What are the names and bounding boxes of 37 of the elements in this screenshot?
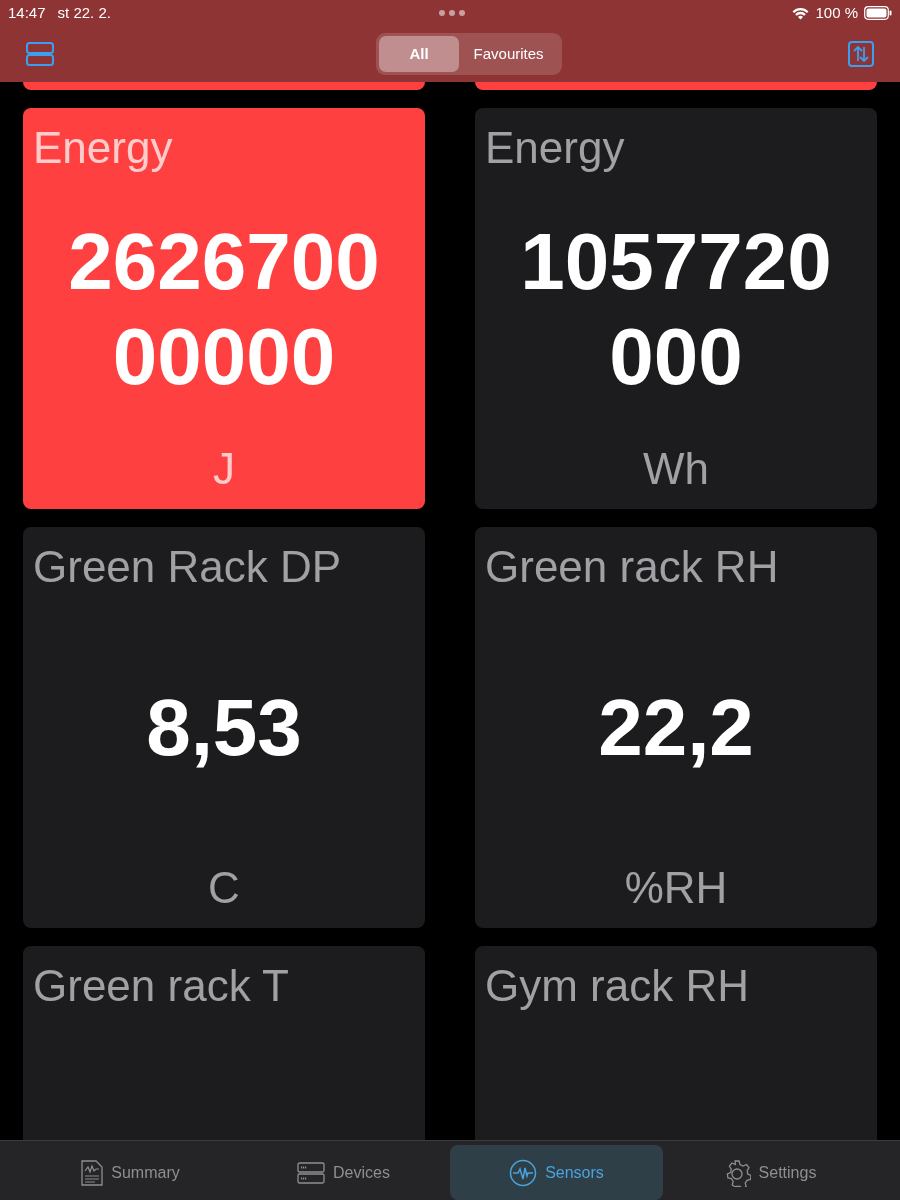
tab-bar-item[interactable]: Devices [237,1145,450,1200]
sensor-unit: %RH [624,862,728,914]
sensor-value: 8,53 [146,682,302,774]
sensor-unit: Wh [643,443,709,495]
sensor-title: Green rack T [32,960,290,1012]
sensor-value: 1057720000 [519,215,833,403]
tab-bar-item[interactable]: Settings [663,1145,876,1200]
segment-tab[interactable]: Favourites [458,35,559,73]
document-chart-icon [81,1159,104,1186]
server-rack-icon [297,1161,326,1184]
sensor-title: Green Rack DP [32,541,343,593]
sensor-title: Green rack RH [484,541,780,593]
sensor-title: Energy [484,122,626,174]
sensor-card[interactable]: Green rack RH 22,2 %RH [475,527,877,928]
wifi-icon [792,6,810,20]
sensor-title: Gym rack RH [484,960,750,1012]
waveform-icon [509,1158,538,1187]
sensor-card[interactable]: Green rack T [23,946,425,1140]
sensor-card[interactable]: Green Rack DP 8,53 C [23,527,425,928]
sensor-unit: C [208,862,240,914]
sensor-card[interactable]: Gym rack RH [475,946,877,1140]
sensor-title: Energy [32,122,174,174]
layout-icon[interactable] [26,42,54,66]
battery-percentage: 100 % [815,2,858,23]
status-date: st 22. 2. [57,2,111,23]
segment-tab[interactable]: All [379,35,459,73]
sensor-value: 22,2 [598,682,754,774]
sensor-value: 262670000000 [67,215,381,403]
sensor-card[interactable]: Energy 1057720000 Wh [475,108,877,509]
status-time: 14:47 [8,2,46,23]
sort-icon[interactable] [848,41,874,67]
sensor-card[interactable]: Energy 262670000000 J [23,108,425,509]
tab-bar-item[interactable]: Summary [24,1145,237,1200]
sensor-unit: J [213,443,235,495]
battery-icon [864,6,892,20]
multitasking-dots-icon [438,10,465,16]
tab-bar-item[interactable]: Sensors [450,1145,663,1200]
